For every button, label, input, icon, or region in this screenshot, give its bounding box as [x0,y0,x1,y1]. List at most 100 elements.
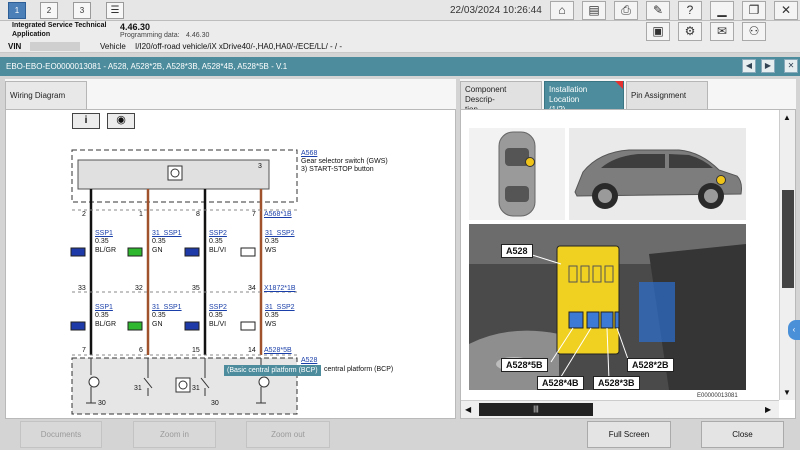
printer-icon[interactable]: ⎙ [614,1,638,20]
wire-color: GN [152,321,163,328]
pin-label: 2 [82,211,86,218]
wire-size: 0.35 [209,238,223,245]
connector-2b [614,311,620,329]
pin-3-label: 3 [258,163,262,170]
connector-bottom[interactable]: A528*5B [264,347,292,355]
label-a528-2b: A528*2B [627,358,674,372]
card-icon[interactable]: ▤ [582,1,606,20]
restore-icon[interactable]: ❐ [742,1,766,20]
wire-size: 0.35 [152,312,166,319]
component-tooltip: (Basic central platform (BCP) [224,365,321,376]
wire-color: BL/VI [209,247,227,254]
document-title: EBO-EBO-EO0000013081 - A528, A528*2B, A5… [6,62,288,71]
vertical-scrollbar[interactable]: ▲ ▼ [779,110,795,400]
wire-color: BL/GR [95,321,117,328]
connector-mid[interactable]: X1872*1B [264,285,296,293]
wire-sig[interactable]: SSP2 [209,304,227,312]
location-marker-side [716,175,726,185]
label-a528-5b: A528*5B [501,358,548,372]
documents-button[interactable]: Documents [20,421,102,448]
side-panel-handle-icon[interactable]: ‹ [788,320,800,340]
tab-installation-location[interactable]: Installation Location (1/2) [544,81,624,114]
horizontal-scroll-thumb[interactable]: ||| [479,403,593,416]
session-tab-2[interactable]: 2 [40,2,58,19]
wire-size: 0.35 [152,238,166,245]
prev-document-button[interactable]: ◀ [742,59,756,73]
swatch-bl-vi [184,247,200,257]
wire-sig[interactable]: SSP1 [95,230,113,238]
wire-sig[interactable]: 31_SSP1 [152,230,182,238]
zoom-out-button[interactable]: Zoom out [246,421,330,448]
email-icon[interactable]: ✉ [710,22,734,41]
pin-label: 6 [139,347,143,354]
wire-sig[interactable]: SSP2 [209,230,227,238]
info-row: Integrated Service Technical Application… [0,21,800,41]
close-button[interactable]: Close [701,421,784,448]
label-a528: A528 [501,244,533,258]
active-marker [615,81,623,89]
scroll-down-arrow-icon[interactable]: ▼ [783,388,791,397]
version: 4.46.30 [120,22,151,32]
next-document-button[interactable]: ▶ [761,59,775,73]
scroll-right-arrow-icon[interactable]: ▶ [765,405,771,414]
wiring-diagram-pane[interactable]: i ◉ A568 Gear selector switch (GWS) 3) S… [5,109,456,419]
wire-size: 0.35 [95,238,109,245]
connector-top[interactable]: A568*1B [264,211,292,219]
horizontal-scrollbar[interactable]: ◀ ||| ▶ [461,400,779,418]
connection-icon[interactable]: ⚇ [742,22,766,41]
gear-icon[interactable]: ⚙ [678,22,702,41]
pin-label: 14 [248,347,256,354]
bcp-symbol [175,377,191,393]
swatch-bl-gr [70,247,86,257]
tab-wiring-diagram[interactable]: Wiring Diagram [5,81,87,110]
wire-sig[interactable]: 31_SSP1 [152,304,182,312]
connector-3b [600,311,614,329]
pin-label: 7 [252,211,256,218]
vin-value-redacted [30,42,80,51]
screen-icon[interactable]: ▣ [646,22,670,41]
list-icon[interactable]: ☰ [106,2,124,19]
label-a528-3b: A528*3B [593,376,640,390]
home-icon[interactable]: ⌂ [550,1,574,20]
wire-color: WS [265,321,277,328]
wrench-icon[interactable]: ✎ [646,1,670,20]
pin-label: 8 [196,211,200,218]
installation-image-pane[interactable]: A528 A528*5B A528*2B A528*4B A528*3B E00… [460,109,796,419]
comp-top-note: 3) START-STOP button [301,166,374,173]
tab-pin-assignment[interactable]: Pin Assignment [626,81,708,110]
comp-top-code[interactable]: A568 [301,150,317,158]
wire-sig[interactable]: 31_SSP2 [265,304,295,312]
session-tab-3[interactable]: 3 [73,2,91,19]
app-label-line1: Integrated Service Technical [12,22,107,29]
pin-label: 34 [248,285,256,292]
tab-component-description[interactable]: Component Descrip- tion [460,81,542,114]
wiring-panel: Wiring Diagram i ◉ A568 Gear selector sw… [5,79,456,419]
label-a528-4b: A528*4B [537,376,584,390]
zoom-in-button[interactable]: Zoom in [133,421,216,448]
swatch-ws [240,247,256,257]
document-title-bar: EBO-EBO-EO0000013081 - A528, A528*2B, A5… [0,57,800,76]
ground-label: 31 [192,385,200,392]
ground-label: 31 [134,385,142,392]
scroll-up-arrow-icon[interactable]: ▲ [783,113,791,122]
full-screen-button[interactable]: Full Screen [587,421,671,448]
scroll-left-arrow-icon[interactable]: ◀ [465,405,471,414]
comp-bottom-code[interactable]: A528 [301,357,317,365]
help-icon[interactable]: ? [678,1,702,20]
wire-color: BL/VI [209,321,227,328]
wire-size: 0.35 [265,312,279,319]
datetime: 22/03/2024 10:26:44 [450,5,542,16]
close-document-button[interactable]: ✕ [784,59,798,73]
close-icon[interactable]: ✕ [774,1,798,20]
installation-panel: Component Descrip- tion Installation Loc… [460,79,796,419]
vertical-scroll-thumb[interactable] [782,190,794,288]
wire-sig[interactable]: 31_SSP2 [265,230,295,238]
gws-symbol [167,165,183,181]
vehicle-views-svg [469,128,746,220]
pin-label: 32 [135,285,143,292]
connector-4b [586,311,600,329]
wire-sig[interactable]: SSP1 [95,304,113,312]
minimize-icon[interactable]: ▁ [710,1,734,20]
vin-label: VIN [8,42,22,51]
session-tab-1[interactable]: 1 [8,2,26,19]
